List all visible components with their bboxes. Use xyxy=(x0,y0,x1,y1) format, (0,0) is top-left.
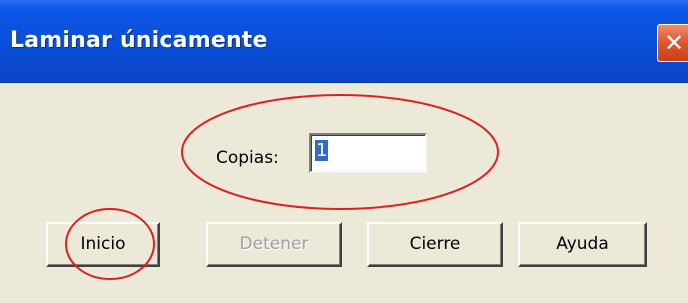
copies-value: 1 xyxy=(315,140,329,161)
stop-button: Detener xyxy=(206,222,342,267)
close-window-button[interactable]: ✕ xyxy=(657,24,688,62)
title-bar: Laminar únicamente ✕ xyxy=(0,0,688,83)
help-button[interactable]: Ayuda xyxy=(518,222,647,267)
close-button[interactable]: Cierre xyxy=(367,222,503,267)
dialog-body xyxy=(0,83,688,303)
start-button[interactable]: Inicio xyxy=(46,222,160,267)
window-title: Laminar únicamente xyxy=(10,28,268,53)
close-icon: ✕ xyxy=(664,29,685,57)
copies-label: Copias: xyxy=(216,148,279,168)
copies-input[interactable]: 1 xyxy=(309,133,427,173)
